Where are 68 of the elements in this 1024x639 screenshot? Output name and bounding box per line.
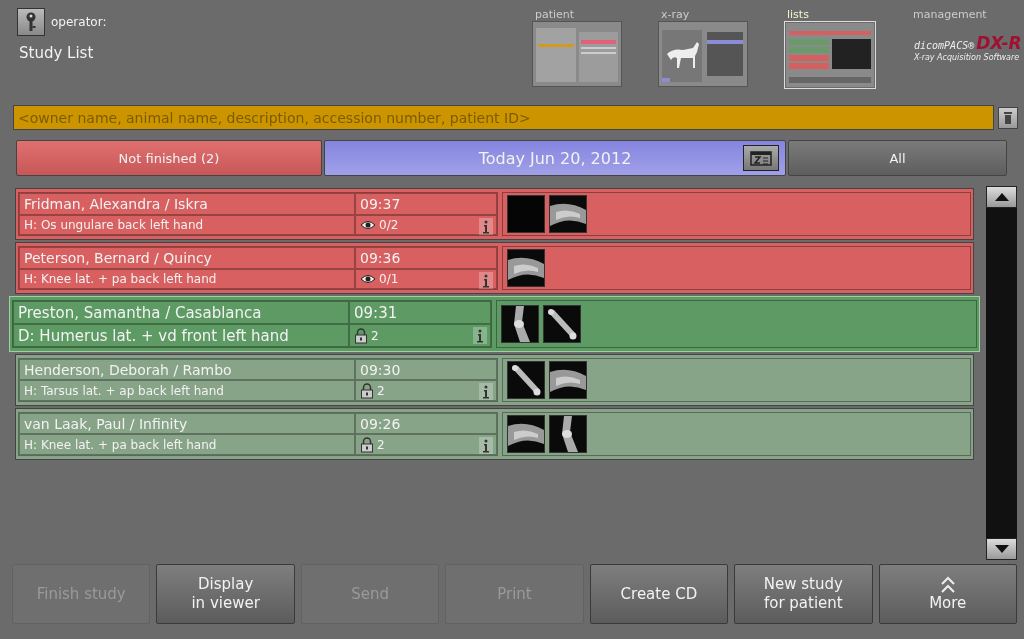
study-row[interactable]: Fridman, Alexandra / Iskra 09:37 H: Os ungulare back left hand 0/2 (15, 188, 974, 240)
key-button[interactable] (17, 8, 45, 36)
scroll-up-button[interactable] (986, 186, 1017, 208)
study-row[interactable]: Preston, Samantha / Casablanca 09:31 D: Humerus lat. + vd front left hand 2 (9, 296, 980, 352)
arrow-up-icon (994, 193, 1009, 201)
info-icon (476, 328, 484, 343)
key-icon (24, 12, 38, 32)
study-row[interactable]: Peterson, Bernard / Quincy 09:36 H: Knee lat. + pa back left hand 0/1 (15, 242, 974, 294)
patient-name: Preston, Samantha / Casablanca (13, 301, 349, 324)
info-icon (482, 438, 490, 453)
calendar-icon (749, 150, 773, 166)
lock-icon (360, 382, 374, 399)
nav-tab[interactable]: management (913, 8, 987, 21)
info-button[interactable] (479, 218, 493, 235)
action-button[interactable]: More (878, 564, 1017, 624)
action-button[interactable]: Create CD (589, 564, 729, 624)
product-logo: dicomPACS®DX-R X-ray Acquisition Software (914, 33, 1023, 62)
image-count: 2 (371, 328, 379, 343)
scroll-down-button[interactable] (986, 538, 1017, 560)
info-button[interactable] (473, 327, 487, 344)
info-icon (482, 273, 490, 288)
action-button[interactable]: Display in viewer (156, 564, 295, 624)
lock-icon (354, 327, 368, 344)
eye-icon (360, 220, 376, 230)
screen-thumbnail[interactable] (532, 21, 622, 87)
info-icon (482, 384, 490, 399)
arrow-down-icon (994, 545, 1009, 553)
study-description: H: Knee lat. + pa back left hand (19, 269, 355, 289)
study-row[interactable]: Henderson, Deborah / Rambo 09:30 H: Tarsus lat. + ap back left hand 2 (15, 354, 974, 406)
study-time: 09:36 (355, 247, 497, 269)
nav-tab[interactable]: x-ray (661, 8, 690, 21)
screen-thumbnail[interactable] (658, 21, 748, 87)
trash-icon (1003, 110, 1013, 125)
lock-icon (360, 436, 374, 453)
info-icon (482, 219, 490, 234)
image-count: 2 (377, 383, 385, 398)
patient-name: van Laak, Paul / Infinity (19, 413, 355, 434)
operator-label: operator: (51, 15, 107, 29)
filter-tab[interactable]: Today Jun 20, 2012 (324, 140, 786, 176)
page-title: Study List (19, 44, 95, 62)
image-count: 0/2 (379, 218, 399, 232)
image-count: 0/1 (379, 272, 399, 286)
patient-name: Fridman, Alexandra / Iskra (19, 193, 355, 215)
info-button[interactable] (479, 272, 493, 289)
study-description: H: Os ungulare back left hand (19, 215, 355, 235)
info-button[interactable] (479, 437, 493, 454)
search-field[interactable]: <owner name, animal name, description, accession number, patient ID> (13, 105, 994, 130)
calendar-button[interactable] (743, 145, 779, 171)
study-time: 09:26 (355, 413, 497, 434)
filter-tab[interactable]: All (788, 140, 1007, 176)
study-row[interactable]: van Laak, Paul / Infinity 09:26 H: Knee lat. + pa back left hand 2 (15, 408, 974, 460)
clear-button[interactable] (998, 106, 1018, 129)
study-time: 09:30 (355, 359, 497, 380)
nav-tab[interactable]: patient (535, 8, 575, 21)
study-description: D: Humerus lat. + vd front left hand (13, 324, 349, 347)
scrollbar[interactable] (986, 186, 1017, 560)
study-time: 09:31 (349, 301, 491, 324)
patient-name: Henderson, Deborah / Rambo (19, 359, 355, 380)
nav-tab[interactable]: lists (787, 8, 809, 21)
eye-icon (360, 274, 376, 284)
patient-name: Peterson, Bernard / Quincy (19, 247, 355, 269)
action-button[interactable]: New study for patient (734, 564, 873, 624)
study-description: H: Tarsus lat. + ap back left hand (19, 380, 355, 401)
image-count: 2 (377, 437, 385, 452)
study-time: 09:37 (355, 193, 497, 215)
study-description: H: Knee lat. + pa back left hand (19, 434, 355, 455)
filter-tab[interactable]: Not finished (2) (16, 140, 322, 176)
info-button[interactable] (479, 383, 493, 400)
